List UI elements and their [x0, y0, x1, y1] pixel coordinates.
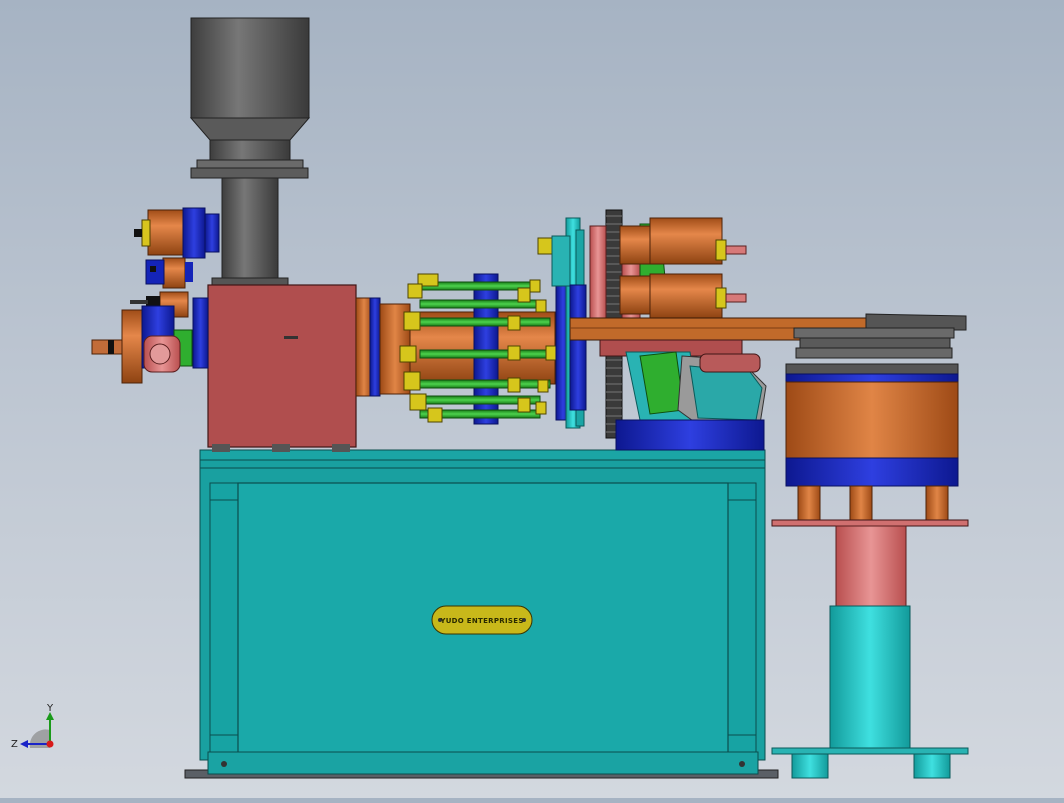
winder-tower: [771, 313, 969, 779]
cad-viewport[interactable]: YUDO ENTERPRISES: [0, 0, 1064, 798]
x-axis-icon: [46, 740, 54, 748]
y-axis-label: Y: [46, 703, 54, 714]
machine-drawing: YUDO ENTERPRISES: [91, 17, 969, 779]
z-axis-label: Z: [11, 739, 18, 750]
axis-triad: Y Z: [11, 703, 54, 750]
nameplate: YUDO ENTERPRISES: [431, 605, 533, 635]
main-housing: [192, 284, 357, 452]
cutter-assembly: [599, 339, 767, 451]
nameplate-text: YUDO ENTERPRISES: [439, 617, 523, 625]
